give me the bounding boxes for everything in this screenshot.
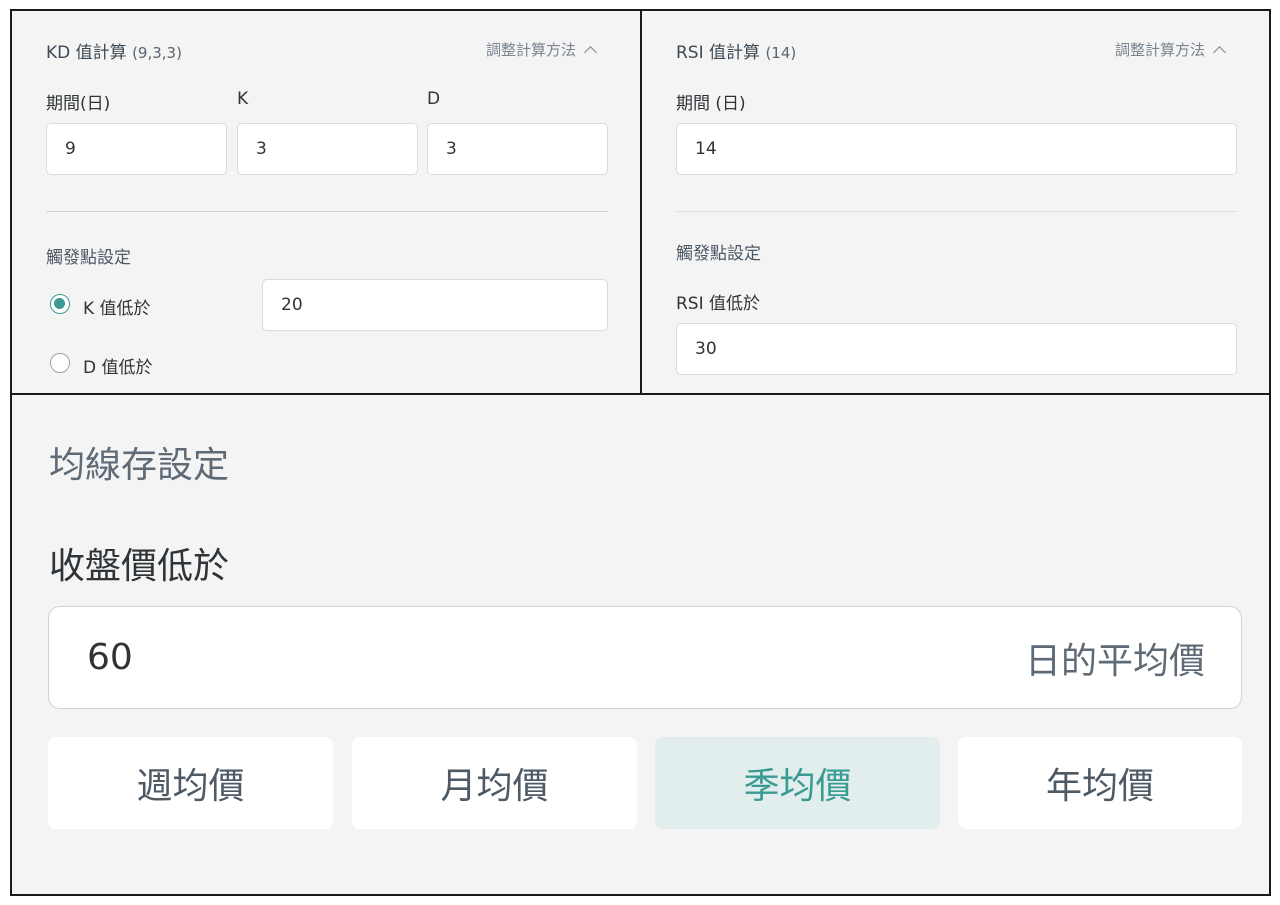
rsi-period-input[interactable]: 14 — [676, 123, 1237, 175]
kd-option-d-label: D 值低於 — [83, 358, 153, 378]
rsi-trigger-title: 觸發點設定 — [676, 244, 761, 264]
kd-threshold-input[interactable]: 20 — [262, 279, 608, 331]
rsi-params: (14) — [765, 44, 797, 62]
ma-section-title: 均線存設定 — [49, 445, 230, 486]
rsi-adjust-label: 調整計算方法 — [1115, 41, 1206, 59]
rsi-adjust-method-toggle[interactable]: 調整計算方法 — [1115, 39, 1226, 60]
kd-period-label: 期間(日) — [46, 94, 111, 114]
ma-option-quarterly[interactable]: 季均價 — [655, 737, 940, 829]
kd-d-input[interactable]: 3 — [427, 123, 608, 175]
rsi-separator — [676, 211, 1237, 212]
kd-adjust-method-toggle[interactable]: 調整計算方法 — [486, 39, 597, 60]
rsi-threshold-input[interactable]: 30 — [676, 323, 1237, 375]
ma-option-monthly[interactable]: 月均價 — [352, 737, 637, 829]
kd-period-input[interactable]: 9 — [46, 123, 227, 175]
radio-unselected-icon[interactable] — [50, 353, 70, 373]
kd-option-d[interactable]: D 值低於 — [48, 351, 228, 379]
kd-separator — [46, 211, 608, 212]
kd-panel-title: KD 值計算 (9,3,3) — [46, 38, 182, 63]
kd-title: KD 值計算 — [46, 43, 127, 63]
ma-option-yearly[interactable]: 年均價 — [958, 737, 1242, 829]
kd-k-label: K — [237, 89, 249, 109]
kd-d-label: D — [427, 89, 441, 109]
kd-option-k-label: K 值低於 — [83, 299, 151, 319]
rsi-panel-title: RSI 值計算 (14) — [676, 38, 796, 63]
vertical-divider — [640, 9, 642, 395]
kd-params: (9,3,3) — [132, 44, 182, 62]
rsi-period-label: 期間 (日) — [676, 94, 746, 114]
ma-days-value: 60 — [87, 637, 133, 678]
chevron-up-icon — [584, 45, 597, 59]
ma-days-suffix: 日的平均價 — [1024, 640, 1205, 682]
kd-adjust-label: 調整計算方法 — [486, 41, 577, 59]
ma-option-weekly[interactable]: 週均價 — [48, 737, 333, 829]
ma-days-input[interactable]: 60 日的平均價 — [48, 606, 1242, 709]
rsi-threshold-label: RSI 值低於 — [676, 294, 761, 314]
chevron-up-icon — [1213, 45, 1226, 59]
kd-trigger-title: 觸發點設定 — [46, 248, 131, 268]
kd-k-input[interactable]: 3 — [237, 123, 418, 175]
kd-option-k[interactable]: K 值低於 — [48, 292, 228, 320]
horizontal-divider — [10, 393, 1271, 395]
radio-selected-icon[interactable] — [50, 294, 70, 314]
rsi-title: RSI 值計算 — [676, 43, 761, 63]
ma-close-price-label: 收盤價低於 — [49, 546, 230, 587]
